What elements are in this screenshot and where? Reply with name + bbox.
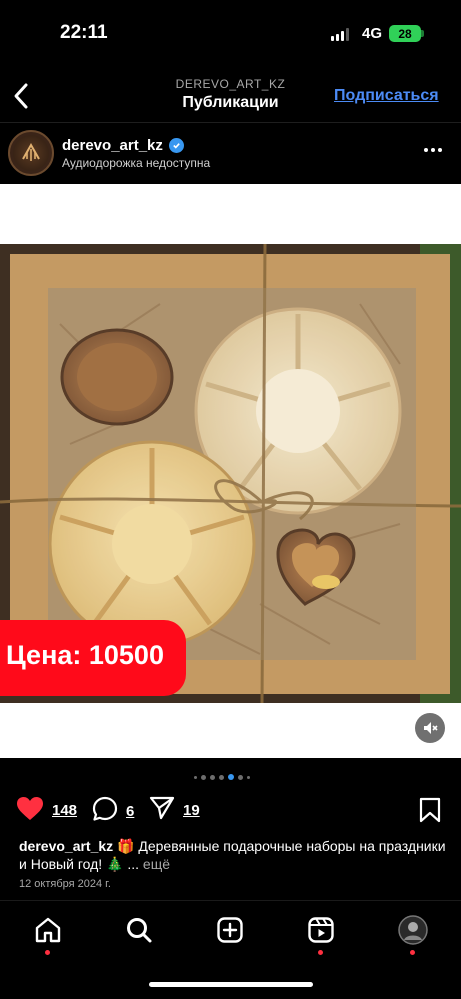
battery-level: 28 — [398, 26, 412, 41]
carousel-indicator — [194, 774, 250, 780]
network-type: 4G — [362, 25, 383, 42]
carousel-dot — [238, 774, 243, 780]
carousel-dot — [194, 775, 197, 779]
bookmark-icon[interactable] — [419, 797, 441, 828]
caption-username[interactable]: derevo_art_kz — [19, 838, 113, 854]
signal-icon — [331, 28, 349, 41]
carousel-dot — [247, 775, 250, 779]
profile-notification-dot — [410, 950, 415, 955]
send-icon[interactable] — [149, 796, 175, 824]
share-action[interactable]: 19 — [149, 796, 200, 824]
carousel-dot — [201, 774, 206, 780]
create-icon[interactable] — [214, 914, 246, 946]
reels-icon[interactable] — [305, 914, 337, 946]
audio-status: Аудиодорожка недоступна — [62, 156, 211, 170]
comment-icon[interactable] — [92, 796, 118, 826]
home-indicator — [149, 982, 313, 987]
like-action[interactable]: 148 — [16, 796, 77, 825]
like-count[interactable]: 148 — [52, 802, 77, 819]
speaker-muted-icon[interactable] — [415, 713, 445, 743]
price-overlay-text: Цена: 10500 — [6, 640, 164, 670]
avatar[interactable] — [8, 130, 54, 176]
post-username[interactable]: derevo_art_kz — [62, 137, 163, 154]
carousel-dot-active — [228, 774, 234, 780]
comment-count[interactable]: 6 — [126, 803, 134, 820]
battery-tip — [421, 30, 424, 37]
post-caption: derevo_art_kz 🎁 Деревянные подарочные на… — [19, 837, 449, 873]
reels-notification-dot — [318, 950, 323, 955]
more-options-icon[interactable] — [424, 148, 442, 152]
subscribe-button[interactable]: Подписаться — [334, 87, 439, 105]
post-date: 12 октября 2024 г. — [19, 878, 111, 890]
header-divider — [0, 122, 461, 123]
status-time: 22:11 — [60, 22, 108, 43]
caption-more-link[interactable]: ещё — [143, 856, 170, 872]
profile-avatar[interactable] — [397, 914, 429, 946]
carousel-dot — [219, 774, 224, 780]
home-icon[interactable] — [32, 914, 64, 946]
search-icon[interactable] — [123, 914, 155, 946]
avatar-logo — [13, 135, 49, 171]
heart-icon[interactable] — [16, 796, 44, 825]
verified-badge-icon — [168, 138, 184, 153]
battery-icon: 28 — [389, 25, 421, 42]
post-author[interactable]: derevo_art_kz — [62, 137, 184, 154]
nav-divider — [0, 900, 461, 901]
share-count[interactable]: 19 — [183, 802, 200, 819]
home-notification-dot — [45, 950, 50, 955]
comment-action[interactable]: 6 — [92, 796, 134, 826]
carousel-dot — [210, 774, 215, 780]
